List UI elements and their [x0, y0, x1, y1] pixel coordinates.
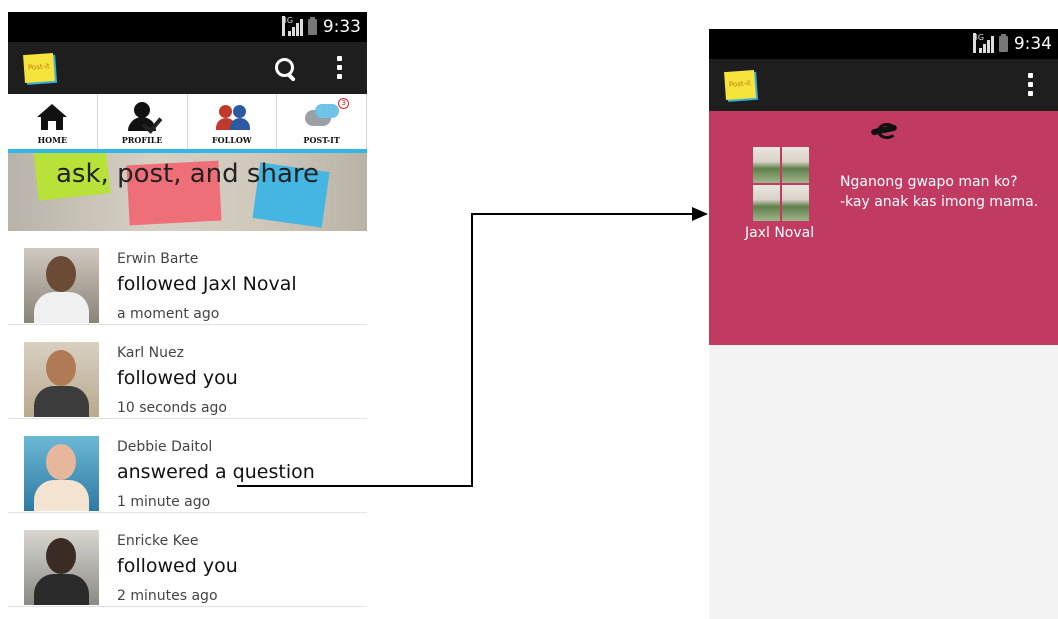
flow-arrow	[237, 207, 708, 487]
